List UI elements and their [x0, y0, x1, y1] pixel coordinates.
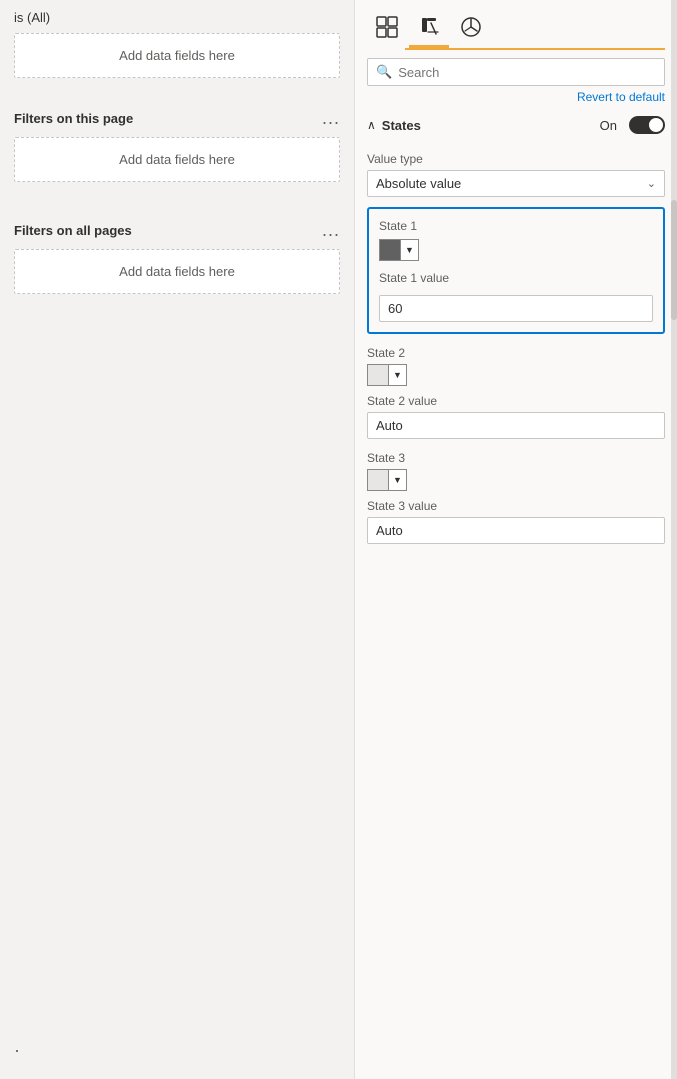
target-filter-section: is (All) Add data fields here: [14, 10, 340, 96]
right-panel: 🔍 Revert to default ∧ States On Value ty…: [355, 0, 677, 1079]
revert-link[interactable]: Revert to default: [355, 86, 677, 108]
state2-value-input[interactable]: Auto: [367, 412, 665, 439]
toolbar-icon-format[interactable]: [409, 8, 449, 48]
search-input[interactable]: [398, 65, 656, 80]
add-data-box-all-pages[interactable]: Add data fields here: [14, 249, 340, 294]
state3-section: State 3 ▼ State 3 value Auto: [367, 451, 665, 544]
states-chevron-icon[interactable]: ∧: [367, 118, 376, 132]
state3-color-picker[interactable]: ▼: [367, 469, 665, 491]
state3-color-dropdown-arrow-icon[interactable]: ▼: [389, 469, 407, 491]
toggle-thumb: [649, 118, 663, 132]
state1-label: State 1: [379, 219, 653, 233]
filters-all-pages-header: Filters on all pages ...: [14, 220, 340, 241]
right-content-area: Value type Absolute value ⌄ State 1 ▼ St…: [355, 142, 677, 1079]
state2-value-display: Auto: [376, 418, 403, 433]
filters-this-page-title: Filters on this page: [14, 111, 133, 126]
toolbar: [355, 0, 677, 48]
scrollbar[interactable]: [671, 0, 677, 1079]
states-toggle[interactable]: [629, 116, 665, 134]
state1-color-dropdown-arrow-icon[interactable]: ▼: [401, 239, 419, 261]
states-header: ∧ States On: [355, 108, 677, 142]
state1-color-swatch[interactable]: [379, 239, 401, 261]
state1-color-picker[interactable]: ▼: [379, 239, 653, 261]
state3-color-swatch[interactable]: [367, 469, 389, 491]
search-icon: 🔍: [376, 64, 392, 80]
state1-highlighted-box: State 1 ▼ State 1 value: [367, 207, 665, 334]
state1-value-label: State 1 value: [379, 271, 653, 285]
value-type-chevron-icon: ⌄: [647, 177, 656, 190]
state2-color-dropdown-arrow-icon[interactable]: ▼: [389, 364, 407, 386]
state1-value-input[interactable]: [379, 295, 653, 322]
right-panel-wrapper: 🔍 Revert to default ∧ States On Value ty…: [355, 0, 677, 1079]
toggle-track: [629, 116, 665, 134]
states-on-label: On: [600, 118, 617, 133]
search-box[interactable]: 🔍: [367, 58, 665, 86]
state3-value-display: Auto: [376, 523, 403, 538]
states-title: States: [382, 118, 594, 133]
state2-color-swatch[interactable]: [367, 364, 389, 386]
add-data-box-this-page[interactable]: Add data fields here: [14, 137, 340, 182]
state2-value-label: State 2 value: [367, 394, 665, 408]
state3-value-label: State 3 value: [367, 499, 665, 513]
state2-color-picker[interactable]: ▼: [367, 364, 665, 386]
toolbar-icon-fields[interactable]: [367, 8, 407, 48]
value-type-label: Value type: [367, 152, 665, 166]
target-value: is (All): [14, 10, 340, 25]
filters-this-page-menu[interactable]: ...: [322, 108, 340, 129]
toolbar-icon-analytics[interactable]: [451, 8, 491, 48]
filters-all-pages-title: Filters on all pages: [14, 223, 132, 238]
state2-label: State 2: [367, 346, 665, 360]
scrollbar-thumb[interactable]: [671, 200, 677, 320]
state3-label: State 3: [367, 451, 665, 465]
value-type-selected: Absolute value: [376, 176, 461, 191]
filters-all-pages-menu[interactable]: ...: [322, 220, 340, 241]
value-type-dropdown[interactable]: Absolute value ⌄: [367, 170, 665, 197]
state2-section: State 2 ▼ State 2 value Auto: [367, 346, 665, 439]
search-container: 🔍: [355, 50, 677, 86]
state3-value-input[interactable]: Auto: [367, 517, 665, 544]
filters-this-page-header: Filters on this page ...: [14, 108, 340, 129]
left-panel: is (All) Add data fields here Filters on…: [0, 0, 355, 1079]
add-data-box-top[interactable]: Add data fields here: [14, 33, 340, 78]
